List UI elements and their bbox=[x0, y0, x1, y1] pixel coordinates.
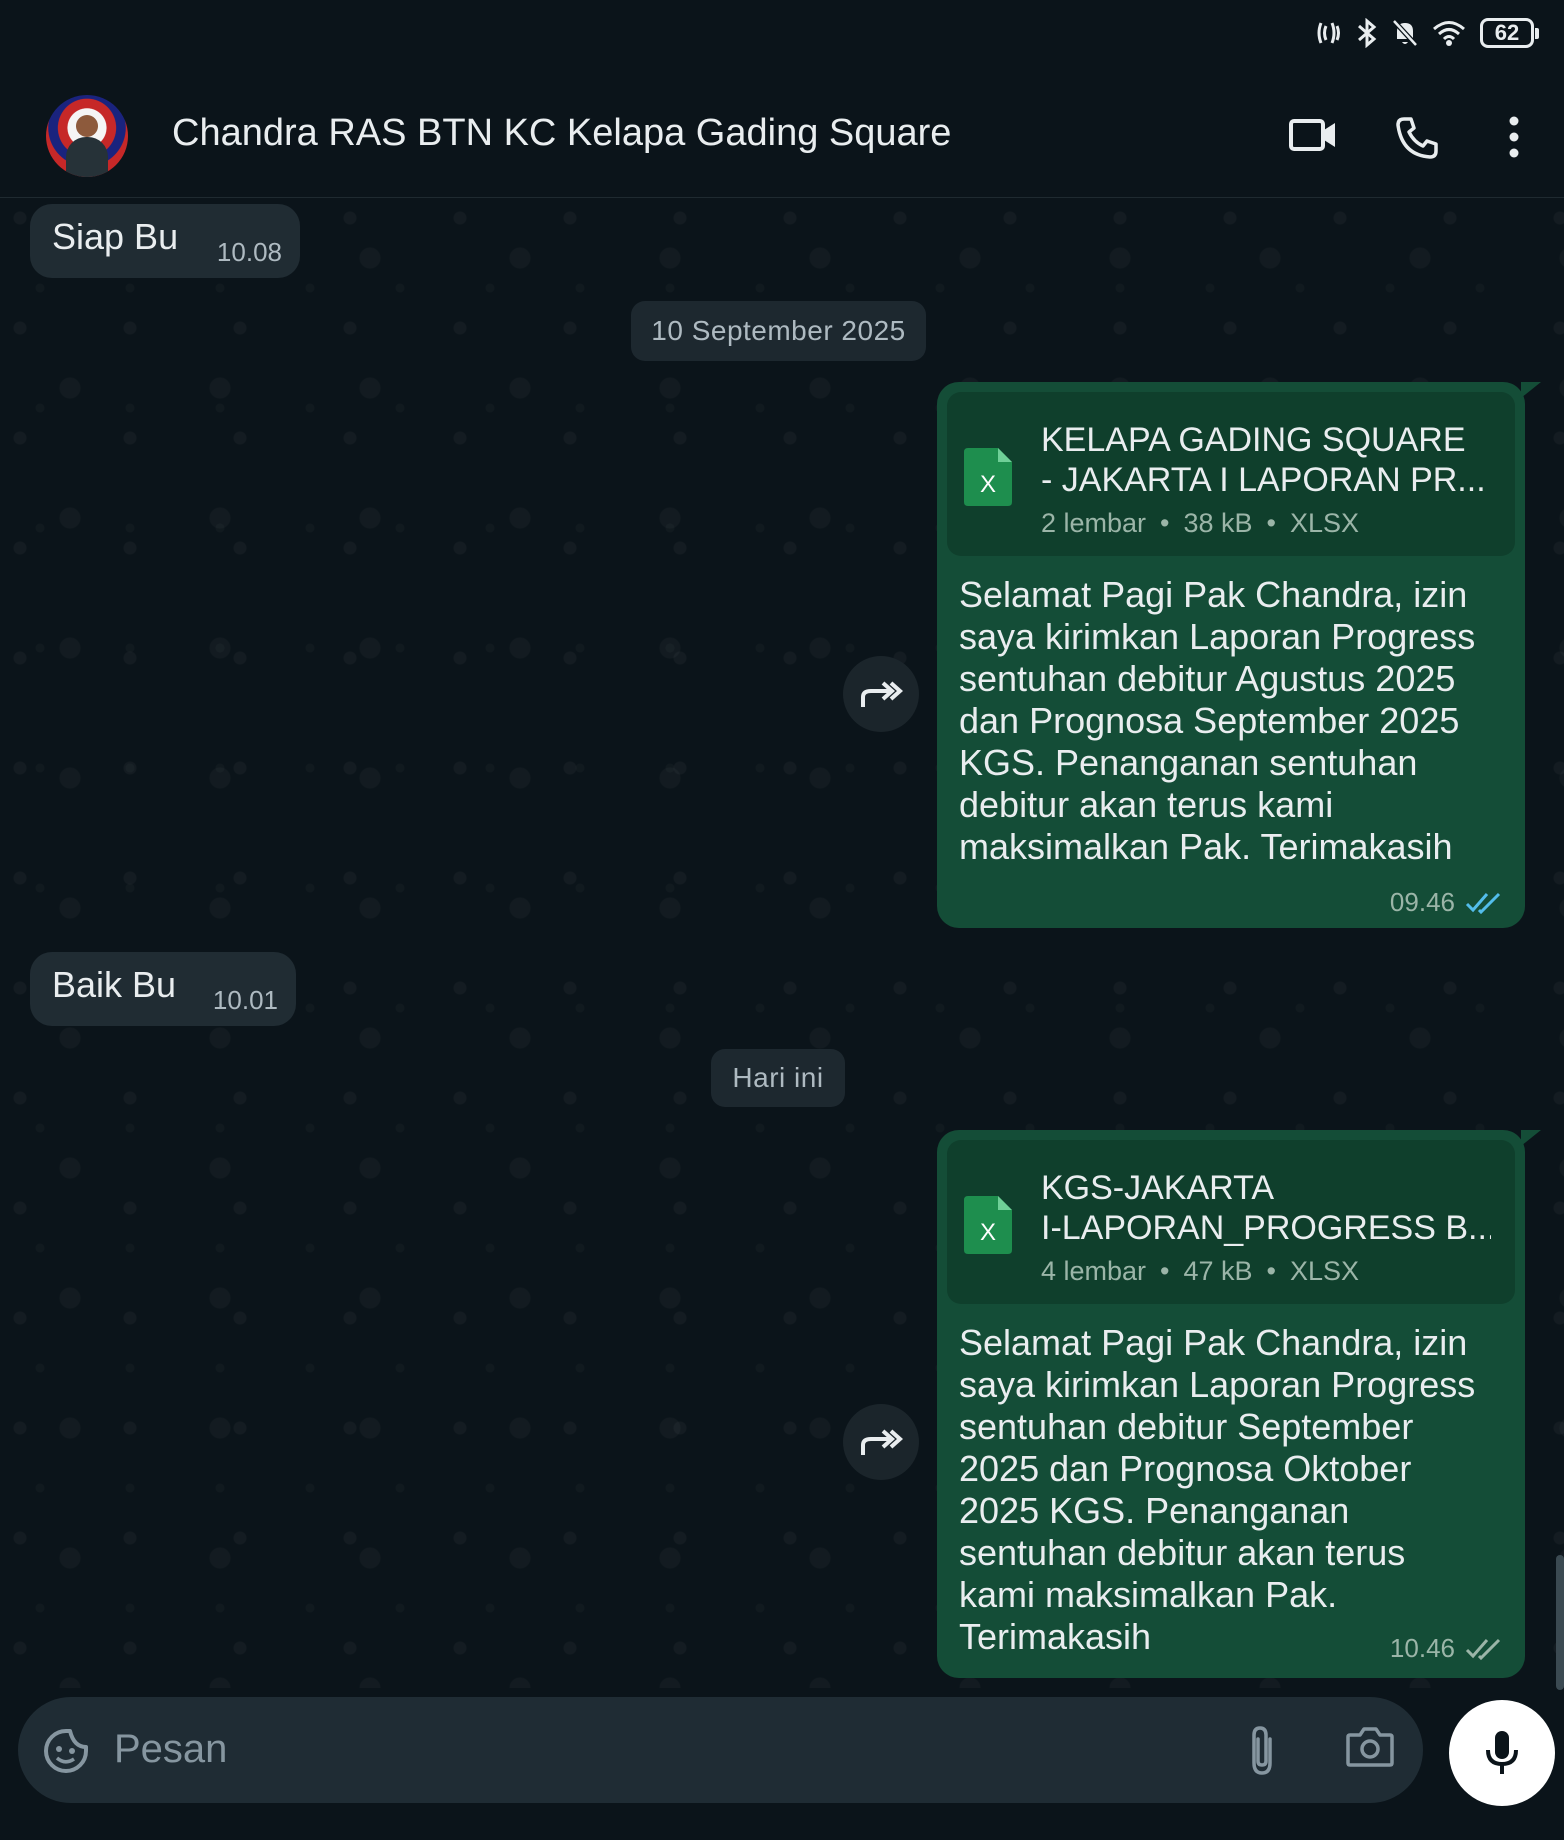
message-time: 10.08 bbox=[216, 237, 282, 267]
message-input[interactable]: Pesan bbox=[114, 1727, 227, 1772]
status-icons: 62 bbox=[1316, 18, 1539, 48]
svg-text:X: X bbox=[980, 471, 996, 498]
document-attachment[interactable]: X KELAPA GADING SQUARE - JAKARTA I LAPOR… bbox=[947, 392, 1515, 556]
forward-icon bbox=[861, 681, 903, 707]
outgoing-message[interactable]: X KGS-JAKARTA I-LAPORAN_PROGRESS B... 4 … bbox=[937, 1130, 1541, 1678]
contact-name[interactable]: Chandra RAS BTN KC Kelapa Gading Square bbox=[172, 112, 951, 155]
mute-bell-icon bbox=[1392, 19, 1418, 47]
read-ticks-icon bbox=[1465, 892, 1501, 914]
scrollbar[interactable] bbox=[1556, 1555, 1564, 1690]
forward-button[interactable] bbox=[843, 1404, 919, 1480]
wifi-icon bbox=[1433, 21, 1465, 46]
more-options-icon[interactable] bbox=[1504, 115, 1524, 159]
microphone-icon bbox=[1486, 1731, 1518, 1774]
incoming-message[interactable]: Baik Bu 10.01 bbox=[30, 952, 296, 1026]
camera-icon[interactable] bbox=[1345, 1725, 1395, 1769]
message-text: Baik Bu bbox=[52, 964, 177, 1005]
document-title: KGS-JAKARTA I-LAPORAN_PROGRESS B... bbox=[1041, 1169, 1491, 1247]
message-time: 10.46 bbox=[1389, 1633, 1455, 1663]
emoji-sticker-icon[interactable] bbox=[42, 1727, 90, 1775]
date-separator: Hari ini bbox=[711, 1049, 845, 1107]
document-title: KELAPA GADING SQUARE - JAKARTA I LAPORAN… bbox=[1041, 421, 1486, 499]
chat-area[interactable]: Siap Bu 10.08 10 September 2025 X KELAPA… bbox=[0, 198, 1564, 1688]
message-text: Selamat Pagi Pak Chandra, izin saya kiri… bbox=[959, 574, 1476, 867]
document-meta: 4 lembar • 47 kB • XLSX bbox=[1041, 1256, 1360, 1286]
bluetooth-icon bbox=[1358, 18, 1377, 48]
video-call-icon[interactable] bbox=[1288, 115, 1338, 155]
excel-file-icon: X bbox=[964, 448, 1012, 506]
date-separator: 10 September 2025 bbox=[631, 301, 926, 361]
document-attachment[interactable]: X KGS-JAKARTA I-LAPORAN_PROGRESS B... 4 … bbox=[947, 1140, 1515, 1304]
message-composer[interactable]: Pesan bbox=[18, 1697, 1423, 1803]
document-meta: 2 lembar • 38 kB • XLSX bbox=[1041, 508, 1360, 538]
nfc-icon bbox=[1317, 22, 1340, 44]
message-time: 09.46 bbox=[1389, 887, 1455, 917]
message-meta: 10.46 bbox=[1390, 1633, 1503, 1664]
outgoing-message[interactable]: X KELAPA GADING SQUARE - JAKARTA I LAPOR… bbox=[937, 382, 1541, 928]
excel-file-icon: X bbox=[964, 1196, 1012, 1254]
delivered-ticks-icon bbox=[1465, 1638, 1501, 1660]
attach-icon[interactable] bbox=[1244, 1723, 1280, 1777]
chat-header: Chandra RAS BTN KC Kelapa Gading Square bbox=[0, 75, 1564, 198]
battery-indicator: 62 bbox=[1480, 18, 1539, 48]
forward-icon bbox=[861, 1429, 903, 1455]
message-text: Siap Bu bbox=[52, 216, 179, 257]
incoming-message[interactable]: Siap Bu 10.08 bbox=[30, 204, 300, 278]
voice-call-icon[interactable] bbox=[1394, 115, 1440, 161]
message-time: 10.01 bbox=[212, 985, 278, 1015]
status-bar: 62 bbox=[0, 0, 1564, 75]
message-text: Selamat Pagi Pak Chandra, izin saya kiri… bbox=[959, 1322, 1476, 1657]
forward-button[interactable] bbox=[843, 656, 919, 732]
message-meta: 09.46 bbox=[1390, 887, 1503, 918]
voice-message-button[interactable] bbox=[1449, 1700, 1555, 1806]
avatar[interactable] bbox=[46, 95, 128, 177]
svg-text:X: X bbox=[980, 1219, 996, 1246]
